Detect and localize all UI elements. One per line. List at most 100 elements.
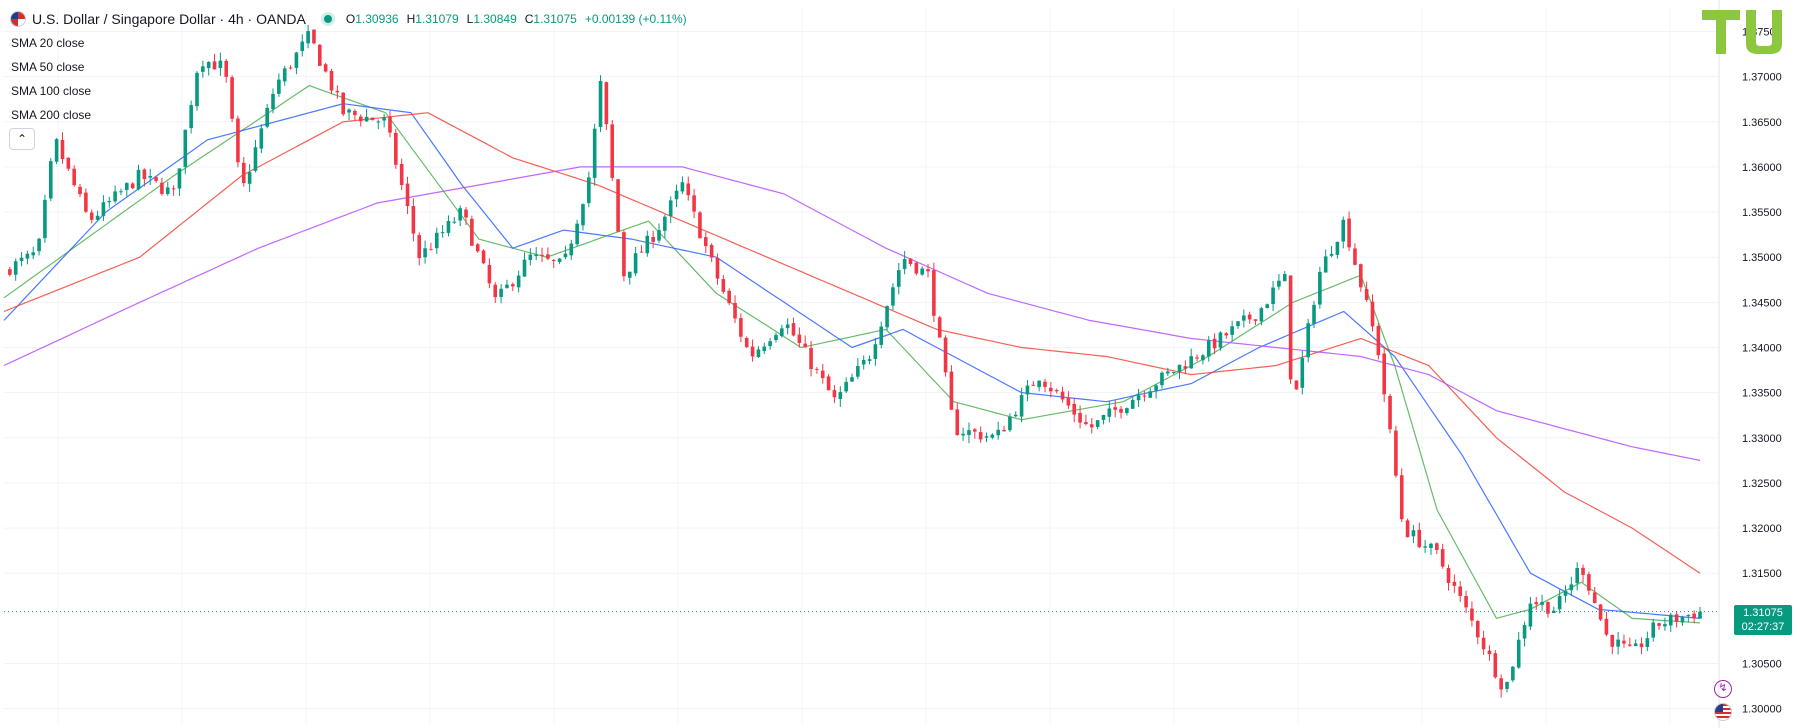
candle-up	[522, 259, 527, 277]
candle-down	[493, 284, 498, 298]
candle-up	[423, 248, 427, 258]
candle-down	[1388, 395, 1392, 430]
candle-down	[616, 179, 620, 232]
candle-down	[739, 318, 743, 337]
candle-down	[335, 90, 340, 93]
y-tick-label: 1.30000	[1742, 704, 1782, 716]
symbol-title[interactable]: U.S. Dollar / Singapore Dollar · 4h · OA…	[32, 11, 306, 27]
candle-up	[1645, 638, 1650, 648]
legend-sma20[interactable]: SMA 20 close	[11, 33, 91, 57]
candle-up	[762, 346, 767, 352]
candle-down	[1604, 618, 1609, 635]
candle-down	[341, 92, 345, 115]
candle-down	[943, 337, 948, 373]
candle-down	[1674, 614, 1679, 622]
candle-down	[487, 264, 492, 284]
candle-down	[329, 70, 334, 91]
candle-down	[744, 337, 749, 348]
candle-down	[318, 44, 322, 66]
candle-up	[581, 204, 585, 226]
candle-up	[1265, 304, 1270, 309]
candle-up	[306, 31, 310, 44]
price-chart[interactable]: 1.30000 1.30500 1.31500 1.32000 1.32500 1.330…	[0, 0, 1800, 728]
candle-up	[206, 62, 211, 69]
candle-down	[1435, 543, 1439, 550]
market-status-icon[interactable]	[323, 15, 332, 23]
candle-up	[844, 381, 848, 392]
candle-down	[1084, 422, 1088, 425]
candle-down	[429, 249, 433, 251]
sma20-line	[3, 84, 1701, 624]
candle-up	[1423, 546, 1427, 548]
candle-up	[1259, 308, 1264, 322]
candle-down	[709, 244, 714, 258]
candle-up	[505, 284, 509, 288]
candle-up	[434, 232, 439, 249]
candle-up	[1189, 356, 1193, 369]
candle-up	[440, 232, 445, 234]
candle-up	[1522, 624, 1527, 639]
candle-up	[768, 341, 772, 347]
candle-up	[1329, 253, 1334, 256]
candle-up	[189, 105, 193, 129]
current-price-tag[interactable]: 1.31075 02:27:37	[1734, 605, 1792, 635]
candle-down	[1002, 429, 1006, 432]
candle-down	[973, 429, 977, 432]
candle-down	[288, 67, 293, 69]
candle-down	[1247, 314, 1252, 320]
legend-sma200[interactable]: SMA 200 close	[11, 105, 91, 129]
legend-sma100[interactable]: SMA 100 close	[11, 81, 91, 105]
candle-down	[546, 254, 550, 259]
candle-down	[820, 370, 825, 379]
candle-up	[780, 328, 784, 336]
candle-down	[1253, 319, 1258, 321]
candle-up	[1306, 323, 1310, 358]
candle-up	[1013, 414, 1018, 417]
candle-up	[850, 377, 854, 382]
candle-up	[668, 200, 673, 217]
chevron-up-icon: ⌃	[16, 132, 28, 146]
candle-down	[154, 176, 158, 181]
collapse-legend-button[interactable]: ⌃	[9, 128, 35, 150]
candle-down	[1043, 381, 1047, 387]
lightning-icon[interactable]: ↯	[1714, 680, 1732, 698]
candle-down	[703, 237, 708, 247]
candle-up	[1125, 408, 1129, 414]
candle-down	[1470, 608, 1474, 621]
us-flag-icon[interactable]	[1714, 703, 1732, 721]
candle-up	[756, 349, 761, 357]
candle-up	[1686, 615, 1691, 617]
candle-down	[639, 251, 644, 253]
candle-up	[165, 187, 170, 194]
candle-up	[680, 182, 685, 192]
candle-down	[1359, 264, 1363, 288]
candle-up	[1037, 380, 1041, 388]
candle-up	[1569, 584, 1574, 591]
candle-down	[1089, 424, 1094, 428]
candle-down	[394, 132, 398, 165]
candle-up	[1557, 595, 1562, 610]
candle-up	[1516, 639, 1521, 668]
candle-down	[815, 368, 819, 370]
candle-down	[1458, 586, 1463, 596]
candle-up	[657, 230, 661, 241]
candle-up	[587, 177, 591, 204]
candle-up	[1160, 372, 1164, 386]
candle-up	[1148, 391, 1153, 398]
candle-up	[1166, 371, 1170, 374]
y-tick-label: 1.32000	[1742, 523, 1782, 535]
candle-down	[464, 209, 468, 218]
candle-up	[663, 216, 667, 231]
candle-up	[990, 434, 995, 438]
candle-down	[1592, 592, 1597, 603]
candle-up	[1663, 624, 1667, 627]
high-key: H	[406, 12, 416, 26]
candle-up	[1668, 614, 1673, 626]
candle-down	[1534, 602, 1539, 605]
candle-down	[224, 60, 229, 77]
symbol-header[interactable]: U.S. Dollar / Singapore Dollar · 4h · OA…	[10, 9, 687, 29]
legend-sma50[interactable]: SMA 50 close	[11, 57, 91, 81]
candle-down	[1628, 644, 1632, 646]
candle-down	[1049, 387, 1053, 392]
candle-down	[727, 290, 731, 304]
